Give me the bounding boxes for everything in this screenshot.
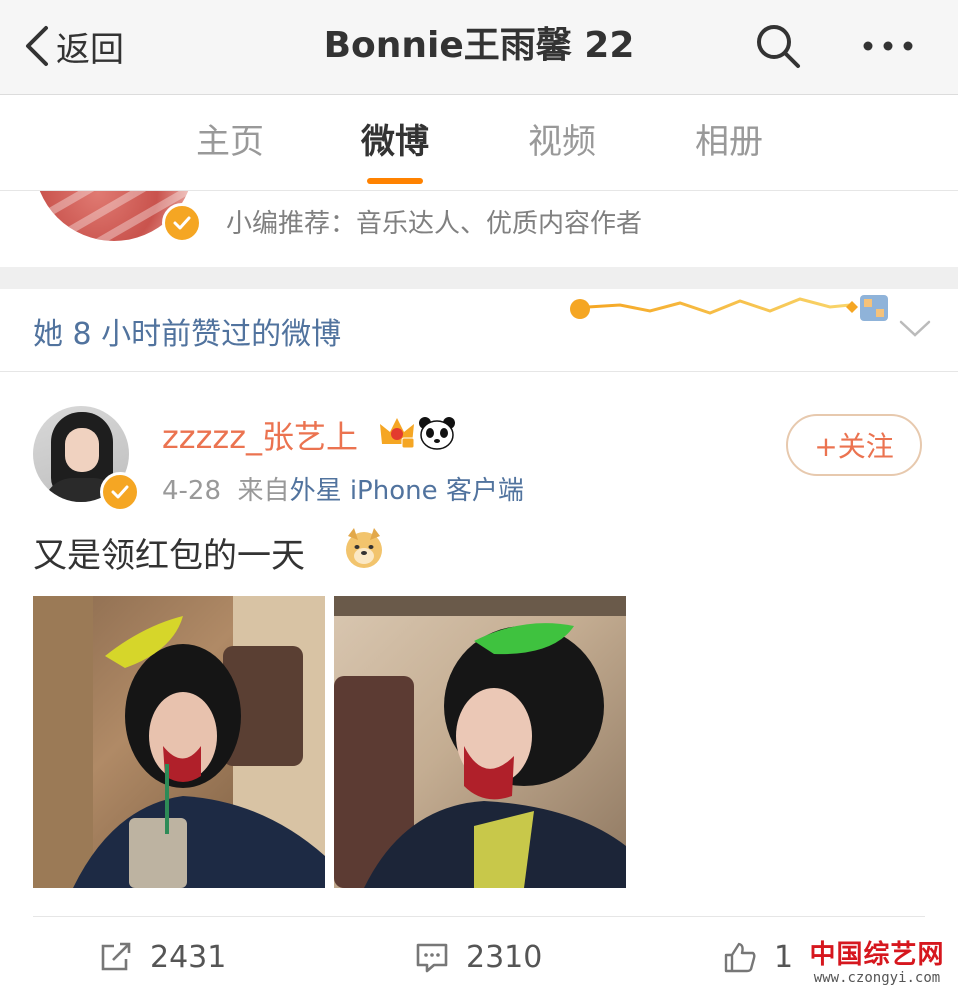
post-date: 4-28 [162, 476, 222, 506]
post-meta: 4-28 来自外星 iPhone 客户端 [162, 470, 524, 507]
page-title: Bonnie王雨馨 22 [323, 25, 635, 66]
watermark-url: www.czongyi.com [813, 970, 941, 986]
active-tab-indicator [367, 178, 423, 184]
thumbs-up-icon [724, 942, 756, 973]
profile-summary: 小编推荐：音乐达人、优质内容作者 [0, 191, 958, 267]
liked-section-title: 她 8 小时前赞过的微博 [33, 317, 342, 352]
weibo-profile-page: 返回 Bonnie王雨馨 22 主页 微博 视频 相册 小编推荐：音乐达人、优质… [0, 0, 958, 1000]
like-count: 1 [774, 939, 794, 975]
tab-video[interactable]: 视频 [502, 95, 622, 190]
comment-button[interactable]: 2310 [414, 932, 542, 982]
back-label: 返回 [56, 29, 124, 70]
chevron-left-icon [26, 26, 48, 66]
chevron-down-icon[interactable] [898, 319, 932, 339]
post-card: zzzzz_张艺上 4-28 来自外星 iPhone 客户端 +关注 又是领红包… [0, 372, 958, 1000]
follow-button[interactable]: +关注 [786, 414, 922, 476]
comment-count: 2310 [466, 939, 543, 975]
post-image-1[interactable] [33, 596, 325, 888]
search-icon[interactable] [752, 20, 804, 72]
repost-icon [101, 942, 131, 971]
tab-weibo[interactable]: 微博 [335, 95, 455, 190]
back-button[interactable]: 返回 [22, 18, 124, 74]
profile-tabs: 主页 微博 视频 相册 [0, 95, 958, 191]
doge-icon [346, 528, 382, 568]
watermark-title: 中国综艺网 [809, 940, 945, 970]
top-navbar: 返回 Bonnie王雨馨 22 [0, 0, 958, 95]
verified-badge-icon [162, 203, 202, 243]
post-source-link[interactable]: 外星 iPhone 客户端 [290, 476, 524, 506]
tab-album[interactable]: 相册 [669, 95, 789, 190]
site-watermark: 中国综艺网 www.czongyi.com [806, 928, 948, 994]
panda-icon [419, 417, 455, 450]
verified-badge-icon [100, 472, 140, 512]
recommend-text: 小编推荐：音乐达人、优质内容作者 [226, 209, 643, 239]
vip-crown-icon[interactable] [378, 414, 416, 450]
post-text: 又是领红包的一天 [33, 536, 305, 576]
repost-count: 2431 [150, 939, 227, 975]
tab-home[interactable]: 主页 [170, 95, 290, 190]
like-button[interactable]: 1 [722, 932, 793, 982]
comment-icon [416, 943, 448, 973]
post-image-2[interactable] [334, 596, 626, 888]
post-author-name[interactable]: zzzzz_张艺上 [162, 412, 358, 458]
repost-button[interactable]: 2431 [98, 932, 226, 982]
section-separator [0, 267, 958, 289]
post-divider [33, 916, 925, 917]
comet-decoration-icon [570, 295, 888, 321]
post-source-prefix: 来自 [237, 476, 290, 506]
liked-section-header: 她 8 小时前赞过的微博 [0, 289, 958, 372]
more-icon[interactable] [858, 20, 918, 72]
